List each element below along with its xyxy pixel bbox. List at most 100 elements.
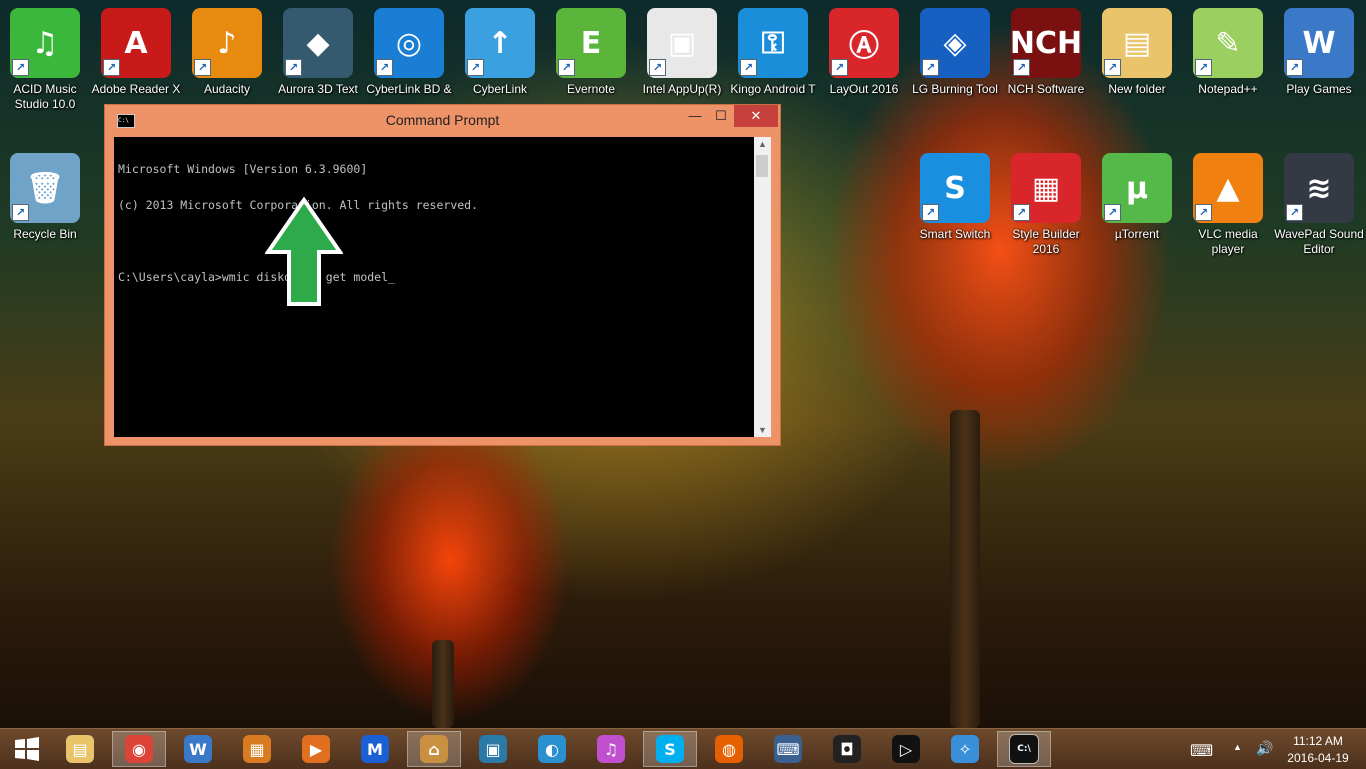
taskbar-file-explorer-button[interactable]: ▤	[53, 731, 107, 767]
desktop-icon[interactable]: E ↗ Evernote	[546, 2, 636, 97]
shortcut-arrow-icon: ↗	[285, 59, 302, 76]
desktop-icon[interactable]: ▣ ↗ Intel AppUp(R)	[637, 2, 727, 97]
taskbar-safari-button[interactable]: ✧	[938, 731, 992, 767]
app-icon[interactable]: ▣ ↗	[647, 8, 717, 78]
firefox-icon: ◍	[715, 735, 743, 763]
scrollbar-thumb[interactable]	[756, 155, 768, 177]
media-player-icon: ▶	[302, 735, 330, 763]
close-button[interactable]: ✕	[734, 105, 778, 127]
taskbar-video-editor-button[interactable]: ▣	[466, 731, 520, 767]
app-icon[interactable]: A ↗	[101, 8, 171, 78]
minimize-button[interactable]: —	[682, 105, 708, 127]
taskbar-command-prompt-button[interactable]: C:\	[997, 731, 1051, 767]
taskbar-bird-app-button[interactable]: ◐	[525, 731, 579, 767]
itunes-icon: ♫	[597, 735, 625, 763]
show-hidden-icons-icon[interactable]: ▲	[1233, 742, 1242, 752]
desktop-icon[interactable]: ▤ ↗ New folder	[1092, 2, 1182, 97]
taskbar-webcam-app-button[interactable]: ◘	[820, 731, 874, 767]
app-icon[interactable]: ≋ ↗	[1284, 153, 1354, 223]
app-icon[interactable]: NCH ↗	[1010, 8, 1082, 78]
start-button[interactable]	[0, 731, 54, 767]
taskbar-app-tiles-button[interactable]: ▦	[230, 731, 284, 767]
desktop-icon[interactable]: W ↗ Play Games	[1274, 2, 1364, 97]
taskbar-store-button[interactable]: ⌂	[407, 731, 461, 767]
keyboard-icon[interactable]: ⌨	[1190, 741, 1213, 761]
desktop-icon[interactable]: µ ↗ µTorrent	[1092, 147, 1182, 242]
taskbar-malwarebytes-button[interactable]: M	[348, 731, 402, 767]
app-icon[interactable]: ♪ ↗	[192, 8, 262, 78]
app-glyph-icon: ◆	[306, 25, 330, 61]
desktop-icon[interactable]: ◈ ↗ LG Burning Tool	[910, 2, 1000, 97]
desktop-icon-label: Intel AppUp(R)	[642, 82, 722, 96]
video-editor-icon: ▣	[479, 735, 507, 763]
app-icon[interactable]: ♫ ↗	[10, 8, 80, 78]
taskbar-chrome-button[interactable]: ◉	[112, 731, 166, 767]
desktop-icon[interactable]: ◆ ↗ Aurora 3D Text	[273, 2, 363, 97]
app-glyph-icon: Ⓐ	[849, 29, 879, 64]
taskbar-itunes-button[interactable]: ♫	[584, 731, 638, 767]
desktop-icon-label: ACID Music Studio 10.0	[13, 82, 77, 111]
app-icon[interactable]: ◈ ↗	[920, 8, 990, 78]
desktop-icon[interactable]: ◎ ↗ CyberLink BD &	[364, 2, 454, 97]
scroll-up-arrow-icon[interactable]: ▲	[754, 139, 771, 149]
app-glyph-icon: ≋	[1306, 170, 1332, 206]
console-output[interactable]: Microsoft Windows [Version 6.3.9600] (c)…	[114, 137, 754, 437]
desktop-icon[interactable]: S ↗ Smart Switch	[910, 147, 1000, 242]
desktop-icon[interactable]: ≋ ↗ WavePad Sound Editor	[1274, 147, 1364, 257]
app-icon[interactable]: ▤ ↗	[1102, 8, 1172, 78]
taskbar-play-games-button[interactable]: W	[171, 731, 225, 767]
shortcut-arrow-icon: ↗	[922, 59, 939, 76]
app-icon[interactable]: ◎ ↗	[374, 8, 444, 78]
desktop-icon[interactable]: ▦ ↗ Style Builder 2016	[1001, 147, 1091, 257]
app-icon[interactable]: 🗑 ↗	[10, 153, 80, 223]
desktop-icon[interactable]: Ⓐ ↗ LayOut 2016	[819, 2, 909, 97]
taskbar-skype-button[interactable]: S	[643, 731, 697, 767]
shortcut-arrow-icon: ↗	[1286, 59, 1303, 76]
vertical-scrollbar[interactable]: ▲ ▼	[754, 137, 771, 437]
window-title-bar[interactable]: C:\ Command Prompt — ☐ ✕	[105, 105, 780, 135]
desktop-icon-label: Play Games	[1286, 82, 1352, 96]
app-icon[interactable]: W ↗	[1284, 8, 1354, 78]
desktop-icon[interactable]: ⚿ ↗ Kingo Android T	[728, 2, 818, 97]
desktop-icon[interactable]: ♪ ↗ Audacity	[182, 2, 272, 97]
maximize-button[interactable]: ☐	[708, 105, 734, 127]
app-icon[interactable]: ▲ ↗	[1193, 153, 1263, 223]
desktop-icon[interactable]: A ↗ Adobe Reader X	[91, 2, 181, 97]
desktop-icon[interactable]: ↑ ↗ CyberLink	[455, 2, 545, 97]
taskbar-player-app-button[interactable]: ▷	[879, 731, 933, 767]
desktop-icon-label: Style Builder 2016	[1012, 227, 1080, 256]
app-icon[interactable]: ↑ ↗	[465, 8, 535, 78]
app-icon[interactable]: ▦ ↗	[1011, 153, 1081, 223]
taskbar-firefox-button[interactable]: ◍	[702, 731, 756, 767]
shortcut-arrow-icon: ↗	[103, 59, 120, 76]
volume-icon[interactable]: 🔊	[1256, 740, 1273, 757]
desktop-icon[interactable]: ✎ ↗ Notepad++	[1183, 2, 1273, 97]
shortcut-arrow-icon: ↗	[1286, 204, 1303, 221]
desktop-icon[interactable]: NCH ↗ NCH Software	[1001, 2, 1091, 97]
app-icon[interactable]: E ↗	[556, 8, 626, 78]
desktop-icon[interactable]: ▲ ↗ VLC media player	[1183, 147, 1273, 257]
app-icon[interactable]: S ↗	[920, 153, 990, 223]
desktop-icon[interactable]: ♫ ↗ ACID Music Studio 10.0	[0, 2, 90, 112]
desktop-icon[interactable]: 🗑 ↗ Recycle Bin	[0, 147, 90, 242]
app-icon[interactable]: ◆ ↗	[283, 8, 353, 78]
app-icon[interactable]: ✎ ↗	[1193, 8, 1263, 78]
clock-time: 11:12 AM	[1293, 734, 1343, 748]
desktop-icon-label: Aurora 3D Text	[278, 82, 358, 96]
shortcut-arrow-icon: ↗	[831, 59, 848, 76]
scroll-down-arrow-icon[interactable]: ▼	[754, 425, 771, 435]
desktop-icon-label: Audacity	[203, 82, 251, 96]
app-icon[interactable]: µ ↗	[1102, 153, 1172, 223]
taskbar-media-player-button[interactable]: ▶	[289, 731, 343, 767]
taskbar-remote-desktop-button[interactable]: ⌨	[761, 731, 815, 767]
console-line: (c) 2013 Microsoft Corporation. All righ…	[118, 198, 479, 212]
command-prompt-window[interactable]: C:\ Command Prompt — ☐ ✕ Microsoft Windo…	[104, 104, 781, 446]
app-icon[interactable]: ⚿ ↗	[738, 8, 808, 78]
bird-app-icon: ◐	[538, 735, 566, 763]
app-glyph-icon: ↑	[487, 25, 513, 61]
system-clock[interactable]: 11:12 AM 2016-04-19	[1278, 734, 1358, 765]
desktop-icon-label: µTorrent	[1114, 227, 1160, 241]
clock-date: 2016-04-19	[1287, 751, 1349, 765]
file-explorer-icon: ▤	[66, 735, 94, 763]
app-icon[interactable]: Ⓐ ↗	[829, 8, 899, 78]
